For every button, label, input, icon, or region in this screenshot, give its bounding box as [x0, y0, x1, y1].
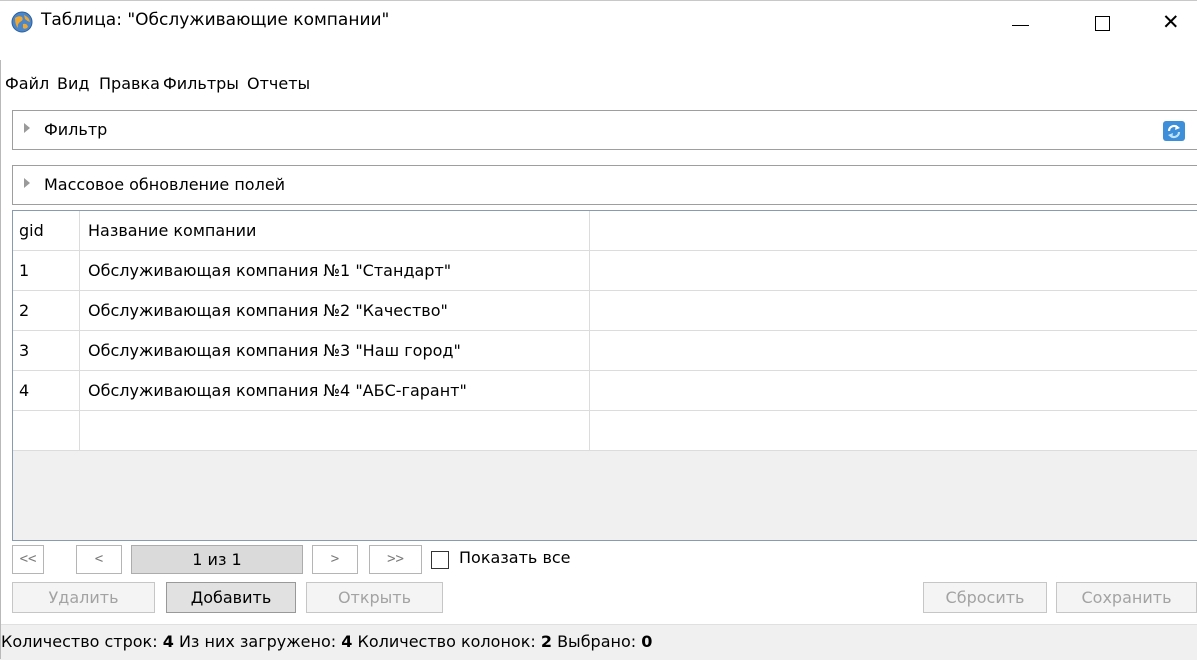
status-text: Количество строк: 4 Из них загружено: 4 … [1, 632, 652, 651]
window-title: Таблица: "Обслуживающие компании" [41, 10, 390, 30]
cell-name[interactable]: Обслуживающая компания №2 "Качество" [80, 291, 590, 330]
selected-count-value: 0 [641, 632, 653, 651]
data-grid: gid Название компании 1 Обслуживающая ко… [12, 210, 1197, 541]
menu-bar: Файл Вид Правка Фильтры Отчеты [0, 74, 1197, 100]
save-button[interactable]: Сохранить [1056, 582, 1197, 613]
maximize-icon [1095, 16, 1110, 31]
menu-view[interactable]: Вид [57, 74, 89, 93]
minimize-button[interactable] [990, 2, 1050, 42]
open-button[interactable]: Открыть [306, 582, 443, 613]
cell-empty [590, 331, 1197, 370]
rows-count-value: 4 [162, 632, 174, 651]
selected-count-label: Выбрано: [557, 632, 637, 651]
close-button[interactable]: ✕ [1140, 2, 1197, 42]
add-button[interactable]: Добавить [166, 582, 296, 613]
table-row[interactable]: 4 Обслуживающая компания №4 "АБС-гарант" [13, 371, 1197, 411]
page-indicator: 1 из 1 [131, 545, 303, 574]
maximize-button[interactable] [1072, 2, 1132, 42]
rows-count-label: Количество строк: [1, 632, 158, 651]
globe-icon [11, 11, 33, 33]
cell-gid[interactable]: 1 [13, 251, 80, 290]
mass-update-panel[interactable]: Массовое обновление полей [12, 165, 1197, 205]
menu-filters[interactable]: Фильтры [163, 74, 239, 93]
expand-arrow-icon[interactable] [24, 123, 30, 133]
cell-name[interactable]: Обслуживающая компания №4 "АБС-гарант" [80, 371, 590, 410]
close-icon: ✕ [1162, 10, 1180, 34]
cell-name[interactable]: Обслуживающая компания №1 "Стандарт" [80, 251, 590, 290]
cell-name[interactable]: Обслуживающая компания №3 "Наш город" [80, 331, 590, 370]
filter-panel[interactable]: Фильтр [12, 110, 1197, 150]
menu-reports[interactable]: Отчеты [247, 74, 310, 93]
expand-arrow-icon[interactable] [24, 178, 30, 188]
cell-gid[interactable]: 2 [13, 291, 80, 330]
column-header-gid[interactable]: gid [13, 211, 80, 250]
loaded-count-value: 4 [341, 632, 353, 651]
column-header-name[interactable]: Название компании [80, 211, 590, 250]
cell-gid[interactable] [13, 411, 80, 450]
grid-header-row: gid Название компании [13, 211, 1197, 251]
cell-empty [590, 411, 1197, 450]
mass-update-label: Массовое обновление полей [44, 175, 286, 194]
column-header-empty [590, 211, 1197, 250]
refresh-icon[interactable] [1161, 119, 1187, 143]
title-bar[interactable]: Таблица: "Обслуживающие компании" ✕ [0, 1, 1197, 41]
new-row[interactable] [13, 411, 1197, 451]
cell-empty [590, 371, 1197, 410]
prev-page-button[interactable]: < [76, 545, 122, 574]
window-border [0, 60, 1, 659]
menu-edit[interactable]: Правка [99, 74, 160, 93]
next-page-button[interactable]: > [312, 545, 358, 574]
first-page-button[interactable]: << [12, 545, 44, 574]
cell-empty [590, 291, 1197, 330]
delete-button[interactable]: Удалить [12, 582, 155, 613]
table-window: Таблица: "Обслуживающие компании" ✕ Файл… [0, 0, 1197, 660]
minimize-icon [1012, 25, 1029, 26]
show-all-checkbox[interactable] [431, 551, 449, 569]
table-row[interactable]: 3 Обслуживающая компания №3 "Наш город" [13, 331, 1197, 371]
filter-panel-label: Фильтр [44, 120, 108, 139]
show-all-label[interactable]: Показать все [459, 548, 571, 567]
cell-gid[interactable]: 3 [13, 331, 80, 370]
reset-button[interactable]: Сбросить [923, 582, 1047, 613]
columns-count-label: Количество колонок: [357, 632, 536, 651]
table-row[interactable]: 2 Обслуживающая компания №2 "Качество" [13, 291, 1197, 331]
cell-name[interactable] [80, 411, 590, 450]
cell-gid[interactable]: 4 [13, 371, 80, 410]
loaded-count-label: Из них загружено: [178, 632, 337, 651]
status-bar: Количество строк: 4 Из них загружено: 4 … [0, 624, 1197, 660]
columns-count-value: 2 [540, 632, 552, 651]
table-row[interactable]: 1 Обслуживающая компания №1 "Стандарт" [13, 251, 1197, 291]
menu-file[interactable]: Файл [5, 74, 49, 93]
cell-empty [590, 251, 1197, 290]
last-page-button[interactable]: >> [369, 545, 422, 574]
